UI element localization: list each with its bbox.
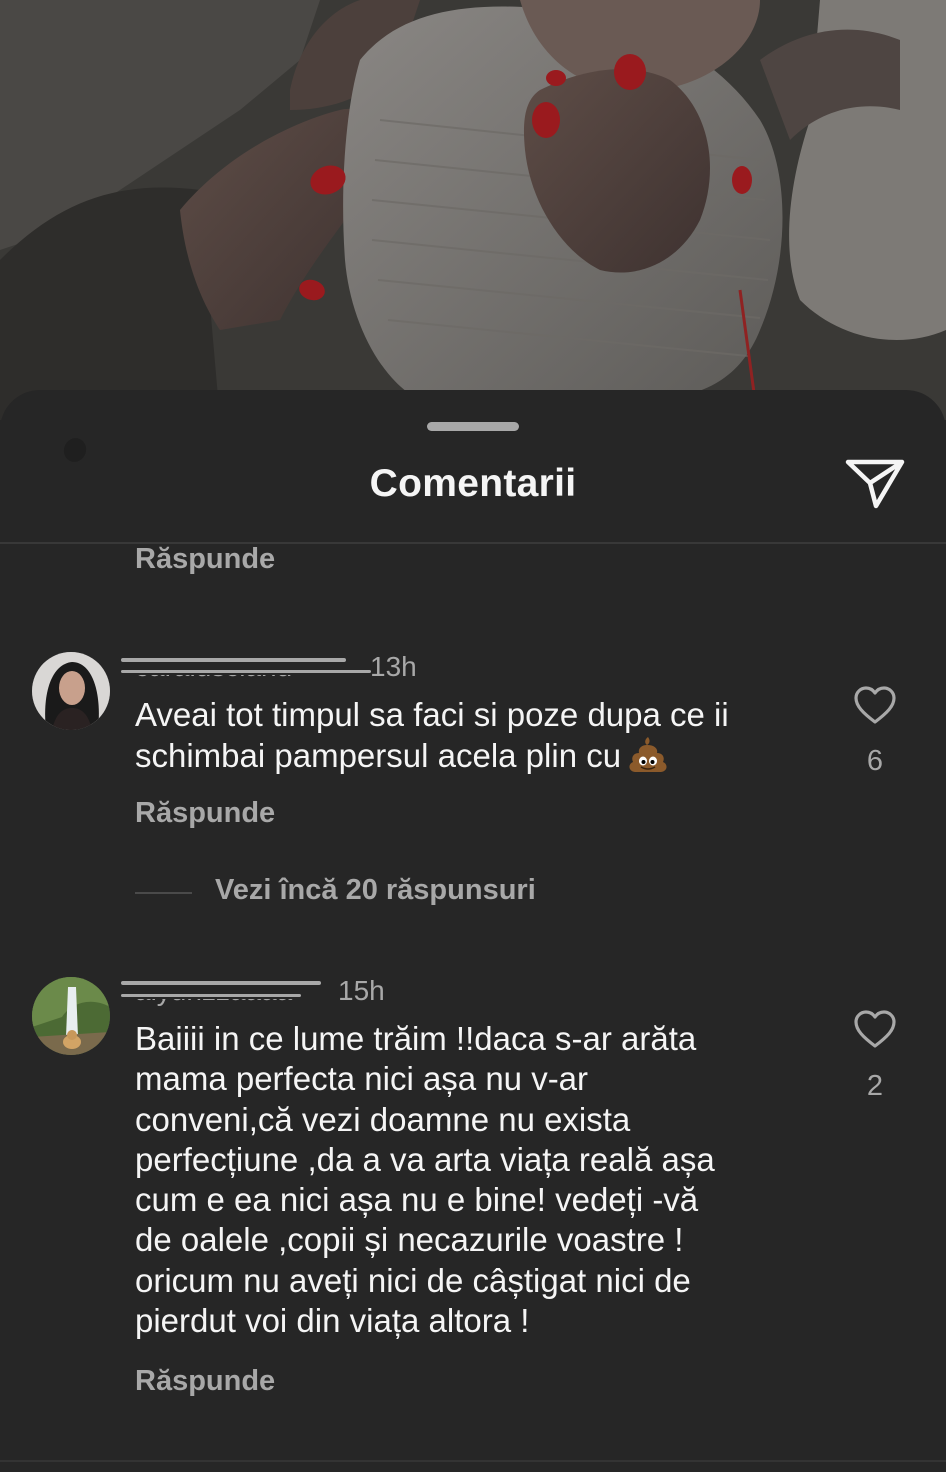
reply-button[interactable]: Răspunde	[135, 1365, 275, 1398]
screen-smudge	[60, 434, 90, 466]
comment-timestamp: 15h	[338, 975, 385, 1006]
user-avatar-woman	[32, 652, 110, 730]
avatar[interactable]	[32, 977, 110, 1055]
comment-line: mama perfecta nici așa nu v-ar	[135, 1060, 589, 1098]
sheet-title: Comentarii	[369, 462, 577, 505]
comment-line: Aveai tot timpul sa faci si poze dupa ce…	[135, 696, 729, 733]
comment-line: de oalele ,copii și necazurile voastre !	[135, 1221, 684, 1259]
like-count: 2	[866, 1070, 884, 1102]
comment-line: schimbai pampersul acela plin cu	[135, 735, 805, 776]
screen: Comentarii Răspunde caraiuscianu 13h	[0, 0, 946, 1472]
post-photo-background	[0, 0, 946, 420]
comment-line-text: schimbai pampersul acela plin cu	[135, 737, 622, 775]
paper-plane-icon	[845, 459, 905, 509]
reply-button[interactable]: Răspunde	[135, 543, 275, 576]
comment-timestamp: 13h	[370, 651, 417, 682]
comment-line: oricum nu aveți nici de câștigat nici de	[135, 1261, 691, 1299]
bottom-divider	[0, 1460, 946, 1462]
redaction-stroke	[121, 658, 346, 662]
share-button[interactable]	[842, 456, 908, 512]
comment-line: perfecțiune ,da a va arta viața reală aș…	[135, 1140, 715, 1178]
replies-divider-line	[135, 892, 192, 894]
like-button[interactable]	[853, 1009, 897, 1049]
comment-line: cum e ea nici așa nu e bine! vedeți -vă	[135, 1181, 699, 1219]
redaction-stroke	[121, 670, 371, 673]
comment-line: conveni,că vezi doamne nu exista	[135, 1100, 631, 1138]
comment-list: Răspunde caraiuscianu 13h Aveai tot timp…	[0, 543, 946, 1463]
photo-illustration	[0, 0, 946, 420]
user-avatar-waterfall	[32, 977, 110, 1055]
reply-button[interactable]: Răspunde	[135, 797, 275, 830]
comment-line: pierdut voi din viața altora !	[135, 1302, 530, 1340]
heart-icon	[854, 686, 896, 724]
like-button[interactable]	[853, 685, 897, 725]
avatar[interactable]	[32, 652, 110, 730]
like-count: 6	[866, 745, 884, 777]
comment-text: Aveai tot timpul sa faci si poze dupa ce…	[135, 695, 805, 777]
redaction-stroke	[121, 981, 321, 985]
sheet-drag-handle[interactable]	[427, 422, 519, 431]
comment-line: Baiiii in ce lume trăim !!daca s-ar arăt…	[135, 1020, 697, 1057]
redaction-stroke	[121, 994, 301, 997]
view-more-replies-label: Vezi încă 20 răspunsuri	[215, 874, 536, 906]
comment-text: Baiiii in ce lume trăim !!daca s-ar arăt…	[135, 1019, 805, 1341]
heart-icon	[854, 1010, 896, 1048]
pile-of-poo-emoji	[629, 737, 667, 773]
